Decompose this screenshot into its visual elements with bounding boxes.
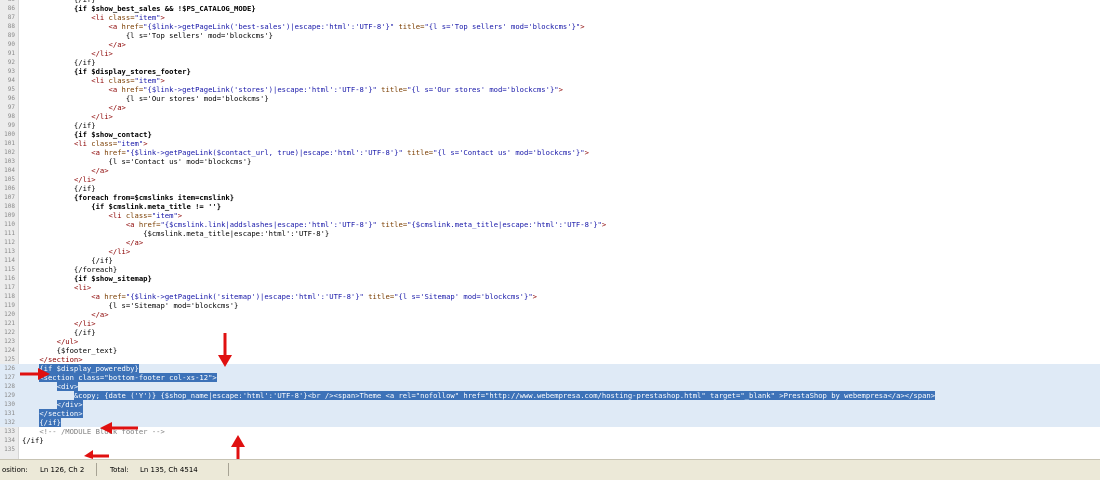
arrow-left-icon (100, 422, 138, 434)
status-divider (96, 463, 97, 476)
arrow-up-icon (231, 435, 245, 459)
arrow-left-icon (84, 450, 109, 459)
code-editor[interactable]: 85 {/if}86 {if $show_best_sales && !$PS_… (0, 0, 1100, 459)
status-divider (228, 463, 229, 476)
total-value: Ln 135, Ch 4514 (140, 466, 198, 474)
total-label: Total: (110, 466, 129, 474)
annotation-arrows (20, 333, 245, 459)
arrow-down-icon (218, 333, 232, 367)
status-bar: osition: Ln 126, Ch 2 Total: Ln 135, Ch … (0, 459, 1100, 480)
arrow-right-icon (20, 368, 50, 380)
position-value: Ln 126, Ch 2 (40, 466, 85, 474)
position-label: osition: (2, 466, 28, 474)
